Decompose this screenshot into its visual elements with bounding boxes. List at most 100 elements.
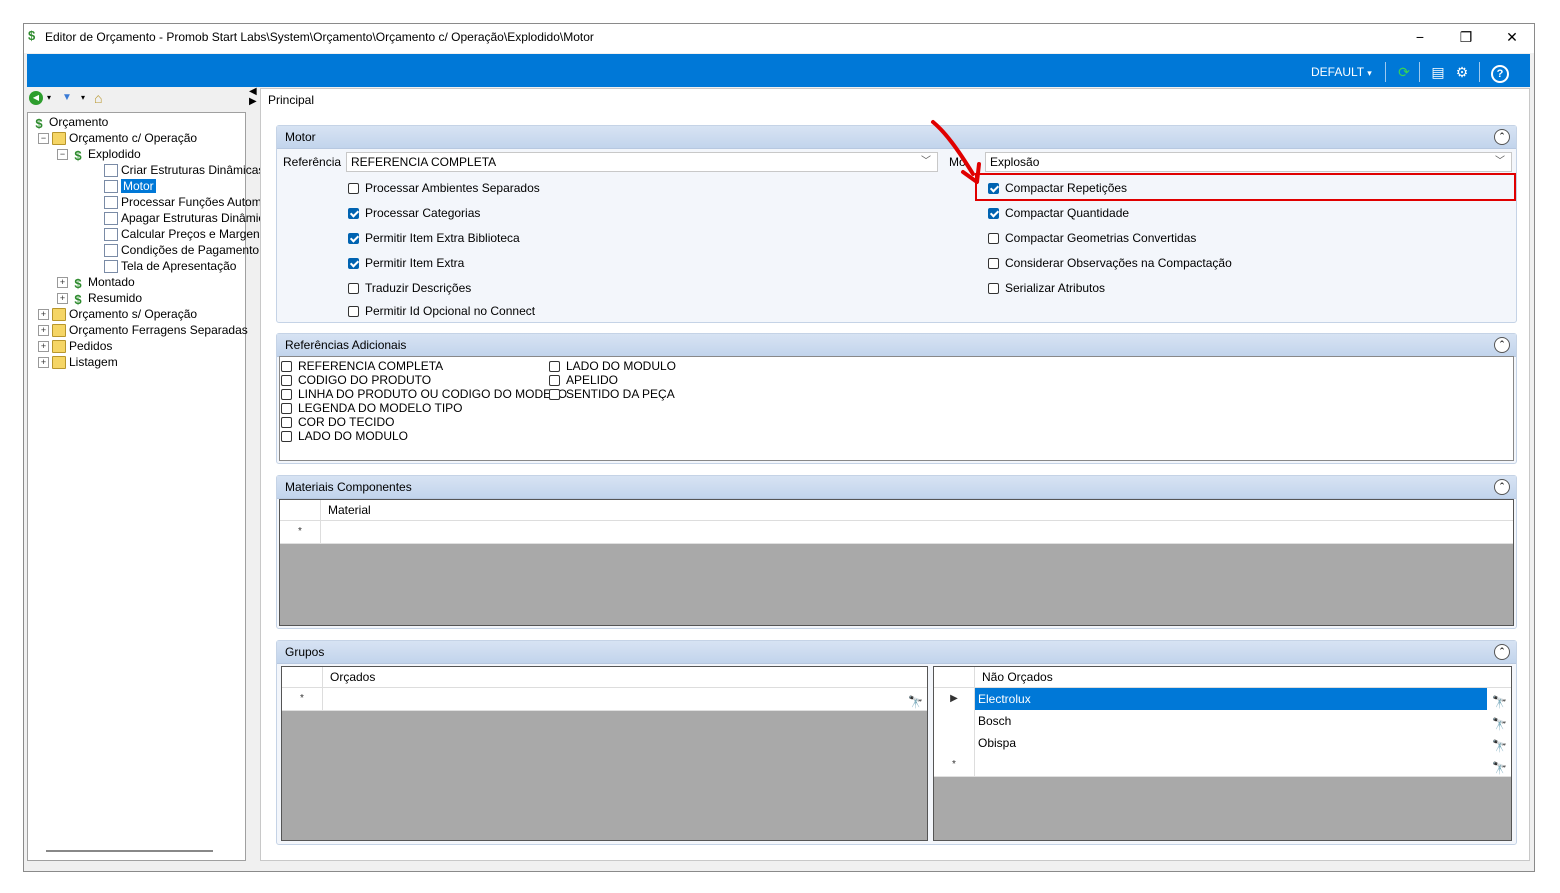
refresh-icon[interactable]: ⟳ bbox=[1394, 62, 1414, 82]
motor-option[interactable]: Permitir Item Extra Biblioteca bbox=[348, 230, 520, 246]
folder-home-icon[interactable]: ⌂ bbox=[94, 90, 102, 106]
orcados-grid[interactable]: Orçados * 🔭 bbox=[281, 666, 928, 841]
motor-option[interactable]: Permitir Item Extra bbox=[348, 255, 464, 271]
tree-item-pedidos[interactable]: + Pedidos bbox=[38, 338, 112, 354]
checkbox[interactable] bbox=[988, 283, 999, 294]
checkbox-label: Considerar Observações na Compactação bbox=[1005, 256, 1232, 270]
motor-option[interactable]: Compactar Geometrias Convertidas bbox=[988, 230, 1196, 246]
referencia-option[interactable]: LADO DO MODULO bbox=[281, 428, 408, 444]
checkbox[interactable] bbox=[281, 361, 292, 372]
expand-icon[interactable]: + bbox=[38, 325, 49, 337]
checkbox[interactable] bbox=[281, 403, 292, 414]
checkbox[interactable] bbox=[549, 361, 560, 372]
tree-item-listagem[interactable]: + Listagem bbox=[38, 354, 118, 370]
expand-icon[interactable]: + bbox=[38, 357, 49, 369]
material-column-header[interactable]: Material bbox=[328, 500, 371, 520]
collapse-icon[interactable]: ⌃ bbox=[1494, 129, 1510, 145]
tree-item-resumido[interactable]: + $ Resumido bbox=[57, 290, 142, 307]
expand-icon[interactable]: + bbox=[38, 309, 49, 321]
motor-option[interactable]: Processar Categorias bbox=[348, 205, 480, 221]
back-icon[interactable]: ◀ bbox=[29, 91, 43, 105]
nao-orcados-grid[interactable]: Não Orçados ▶ Electrolux 🔭 Bosch 🔭 Obispa 🔭 * 🔭 bbox=[933, 666, 1512, 841]
tab-principal[interactable]: Principal bbox=[268, 93, 314, 107]
tree-item-explodido[interactable]: − $ Explodido bbox=[57, 146, 141, 163]
grupos-group-title: Grupos bbox=[277, 641, 1516, 664]
tree-item-montado[interactable]: + $ Montado bbox=[57, 274, 135, 291]
profile-dropdown[interactable]: DEFAULT ▾ bbox=[1311, 65, 1372, 79]
expand-icon[interactable]: + bbox=[57, 293, 68, 305]
minimize-button[interactable]: − bbox=[1397, 24, 1443, 52]
table-row[interactable]: Obispa 🔭 bbox=[934, 732, 1511, 755]
tree-item-apagar-estruturas-din-mica[interactable]: Apagar Estruturas Dinâmica bbox=[90, 210, 271, 226]
chevron-down-icon[interactable]: ▾ bbox=[47, 93, 51, 102]
tree-item-motor[interactable]: Motor bbox=[90, 178, 156, 194]
orcados-column-header[interactable]: Orçados bbox=[330, 667, 375, 687]
table-cell[interactable]: Obispa bbox=[975, 732, 1487, 754]
checkbox[interactable] bbox=[281, 431, 292, 442]
modo-select[interactable]: Explosão ﹀ bbox=[985, 152, 1512, 172]
close-button[interactable]: ✕ bbox=[1489, 24, 1535, 52]
table-cell[interactable]: Bosch bbox=[975, 710, 1487, 732]
checkbox[interactable] bbox=[348, 283, 359, 294]
layout-icon[interactable]: ▤ bbox=[1428, 62, 1448, 82]
nao-orcados-column-header[interactable]: Não Orçados bbox=[982, 667, 1053, 687]
checkbox[interactable] bbox=[281, 375, 292, 386]
referencias-list[interactable] bbox=[279, 356, 1514, 461]
referencia-option[interactable]: SENTIDO DA PEÇA bbox=[549, 386, 675, 402]
checkbox[interactable] bbox=[281, 417, 292, 428]
collapse-icon[interactable]: ⌃ bbox=[1494, 337, 1510, 353]
checkbox[interactable] bbox=[348, 208, 359, 219]
tree-item-tela-de-apresenta-o[interactable]: Tela de Apresentação bbox=[90, 258, 236, 274]
checkbox[interactable] bbox=[281, 389, 292, 400]
checkbox-label: CODIGO DO PRODUTO bbox=[298, 373, 432, 387]
help-icon[interactable]: ? bbox=[1490, 62, 1510, 83]
tree-item-or-amento-ferragens-separadas[interactable]: + Orçamento Ferragens Separadas bbox=[38, 322, 248, 338]
checkbox[interactable] bbox=[549, 375, 560, 386]
tree-item-or-amento-s-opera-o[interactable]: + Orçamento s/ Operação bbox=[38, 306, 197, 322]
materiais-grid[interactable]: Material * bbox=[279, 499, 1514, 626]
table-cell[interactable]: Electrolux bbox=[975, 688, 1487, 710]
motor-option[interactable]: Permitir Id Opcional no Connect bbox=[348, 303, 535, 319]
motor-option[interactable]: Traduzir Descrições bbox=[348, 280, 471, 296]
checkbox[interactable] bbox=[348, 258, 359, 269]
tree-item-or-amento-c-opera-o[interactable]: − Orçamento c/ Operação bbox=[38, 130, 197, 146]
tree-item-calcular-pre-os-e-margens[interactable]: Calcular Preços e Margens bbox=[90, 226, 266, 242]
motor-option[interactable]: Compactar Quantidade bbox=[988, 205, 1129, 221]
expand-icon[interactable]: + bbox=[38, 341, 49, 353]
checkbox[interactable] bbox=[348, 306, 359, 317]
motor-option[interactable]: Serializar Atributos bbox=[988, 280, 1105, 296]
collapse-icon[interactable]: ⌃ bbox=[1494, 644, 1510, 660]
collapse-tree-icon[interactable]: − bbox=[38, 133, 49, 145]
tree-item-criar-estruturas-din-micas[interactable]: Criar Estruturas Dinâmicas bbox=[90, 162, 264, 178]
chevron-down-icon[interactable]: ▾ bbox=[81, 93, 85, 102]
tree-item-condi-es-de-pagamento[interactable]: Condições de Pagamento bbox=[90, 242, 259, 258]
forward-icon[interactable]: ▼ bbox=[62, 92, 72, 103]
checkbox[interactable] bbox=[348, 233, 359, 244]
referencia-select[interactable]: REFERENCIA COMPLETA ﹀ bbox=[346, 152, 938, 172]
binoculars-icon[interactable]: 🔭 bbox=[1492, 757, 1507, 779]
settings-icon[interactable]: ⚙ bbox=[1452, 62, 1472, 82]
motor-option[interactable]: Considerar Observações na Compactação bbox=[988, 255, 1232, 271]
materiais-group-title: Materiais Componentes bbox=[277, 476, 1516, 499]
checkbox[interactable] bbox=[988, 258, 999, 269]
tree-item-processar-fun-es-autom-[interactable]: Processar Funções Automá bbox=[90, 194, 268, 210]
table-row[interactable]: * 🔭 bbox=[934, 754, 1511, 777]
table-row[interactable]: * bbox=[280, 521, 1513, 544]
table-row[interactable]: * 🔭 bbox=[282, 688, 927, 711]
splitter-toggle[interactable]: ◀ ▶ bbox=[249, 87, 257, 107]
tree-scrollbar[interactable] bbox=[46, 850, 213, 852]
maximize-button[interactable]: ❐ bbox=[1443, 24, 1489, 52]
table-row[interactable]: Bosch 🔭 bbox=[934, 710, 1511, 733]
motor-option[interactable]: Processar Ambientes Separados bbox=[348, 180, 540, 196]
collapse-tree-icon[interactable]: − bbox=[57, 149, 68, 161]
checkbox[interactable] bbox=[549, 389, 560, 400]
table-row[interactable]: ▶ Electrolux 🔭 bbox=[934, 688, 1511, 711]
collapse-icon[interactable]: ⌃ bbox=[1494, 479, 1510, 495]
checkbox[interactable] bbox=[988, 233, 999, 244]
tree-item-or-amento[interactable]: $ Orçamento bbox=[32, 114, 108, 131]
expand-icon[interactable]: + bbox=[57, 277, 68, 289]
checkbox[interactable] bbox=[348, 183, 359, 194]
binoculars-icon[interactable]: 🔭 bbox=[908, 691, 923, 713]
checkbox[interactable] bbox=[988, 208, 999, 219]
project-tree[interactable]: $ Orçamento − Orçamento c/ Operação − $ Explod… bbox=[27, 112, 271, 861]
